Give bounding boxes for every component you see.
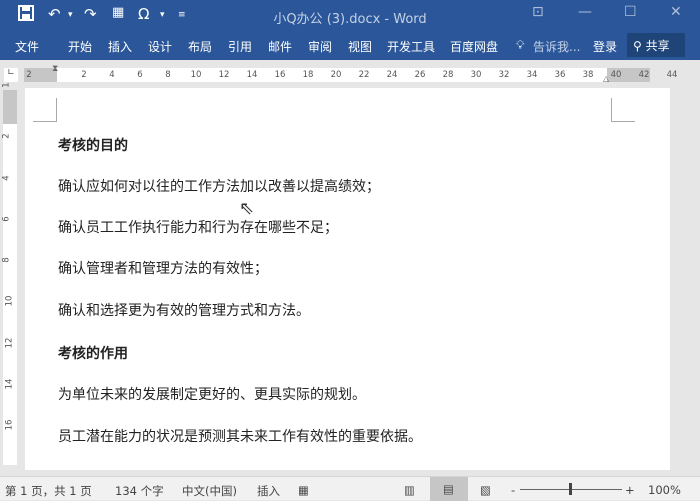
vertical-ruler-tick: 14 [4, 378, 15, 390]
print-layout-button[interactable]: ▤ [430, 477, 468, 501]
ruler-tick: 6 [137, 70, 143, 80]
ruler-tick: 22 [358, 70, 370, 80]
ruler-tick: 2 [81, 70, 87, 80]
share-button[interactable]: ⚲ 共享 [627, 33, 685, 57]
ruler-tick: 34 [526, 70, 538, 80]
maximize-icon[interactable]: ☐ [624, 4, 637, 20]
ribbon-tabs: 文件 开始 插入 设计 布局 引用 邮件 审阅 视图 开发工具 百度网盘 💡︎ … [0, 30, 700, 60]
tab-mailings[interactable]: 邮件 [268, 38, 292, 55]
ruler-tick: 24 [386, 70, 398, 80]
minimize-icon[interactable]: — [578, 4, 592, 20]
language-indicator[interactable]: 中文(中国) [182, 483, 237, 499]
ruler-tick: 4 [109, 70, 115, 80]
share-label: 共享 [645, 39, 670, 53]
ruler-tick: 8 [165, 70, 171, 80]
paragraph[interactable]: 确认管理者和管理方法的有效性； [58, 258, 268, 278]
ribbon-display-options-icon[interactable]: ⊡ [532, 4, 544, 20]
vertical-ruler-tick: 1 [1, 82, 12, 88]
zoom-level[interactable]: 100% [648, 483, 681, 497]
status-bar: 第 1 页，共 1 页 134 个字 中文(中国) 插入 ▦ ▥ ▤ ▧ - +… [0, 476, 700, 501]
sign-in-link[interactable]: 登录 [593, 38, 617, 55]
vertical-ruler-tick: 8 [1, 257, 12, 263]
read-mode-icon[interactable]: ▥ [404, 483, 415, 497]
paragraph[interactable]: 确认应如何对以往的工作方法加以改善以提高绩效； [58, 176, 380, 196]
ruler-tick: 12 [218, 70, 230, 80]
tab-layout[interactable]: 布局 [188, 38, 212, 55]
vertical-ruler[interactable]: 1 2 4 6 8 10 12 14 16 [1, 82, 17, 465]
tab-design[interactable]: 设计 [148, 38, 172, 55]
heading[interactable]: 考核的目的 [58, 135, 128, 155]
right-indent-marker[interactable]: △ [603, 74, 609, 83]
tab-references[interactable]: 引用 [228, 38, 252, 55]
vertical-ruler-tick: 16 [4, 419, 15, 431]
insert-mode[interactable]: 插入 [257, 483, 280, 499]
ruler-tick: 2 [26, 70, 32, 80]
ruler-tick: 26 [414, 70, 426, 80]
ruler-tick: 14 [246, 70, 258, 80]
mouse-cursor-icon: ⇖ [239, 198, 255, 219]
macro-record-icon[interactable]: ▦ [298, 483, 309, 497]
vertical-ruler-tick: 12 [4, 337, 15, 349]
title-bar: ↶ ▾ ↷ ▦ Ω ▾ ≡ 小Q办公 (3).docx - Word ⊡ — ☐… [0, 0, 700, 30]
zoom-in-button[interactable]: + [625, 483, 635, 497]
ruler-tick: 16 [274, 70, 286, 80]
ruler-tick: 36 [554, 70, 566, 80]
tab-baidu-netdisk[interactable]: 百度网盘 [450, 38, 498, 55]
close-icon[interactable]: ✕ [670, 4, 682, 20]
tab-insert[interactable]: 插入 [108, 38, 132, 55]
heading[interactable]: 考核的作用 [58, 343, 128, 363]
window-title: 小Q办公 (3).docx - Word [273, 12, 427, 27]
ruler-tick: 40 [610, 70, 622, 80]
web-layout-icon[interactable]: ▧ [480, 483, 491, 497]
ruler-tick: 20 [330, 70, 342, 80]
tab-home[interactable]: 开始 [68, 38, 92, 55]
tab-view[interactable]: 视图 [348, 38, 372, 55]
document-page[interactable]: 考核的目的确认应如何对以往的工作方法加以改善以提高绩效； 确认员工工作执行能力和行… [25, 88, 670, 470]
paragraph[interactable]: 确认员工工作执行能力和行为存在哪些不足； [58, 217, 338, 237]
ruler-tick: 38 [582, 70, 594, 80]
ruler-tick: 44 [666, 70, 678, 80]
tab-developer[interactable]: 开发工具 [387, 38, 435, 55]
vertical-ruler-tick: 10 [4, 295, 15, 307]
print-layout-icon: ▤ [443, 482, 454, 496]
zoom-out-button[interactable]: - [511, 483, 515, 497]
tab-selector[interactable]: ∟ [4, 68, 18, 82]
paragraph[interactable]: 确认和选择更为有效的管理方式和方法。 [58, 300, 310, 320]
page-count[interactable]: 第 1 页，共 1 页 [5, 483, 92, 499]
person-add-icon: ⚲ [633, 39, 642, 53]
ruler-tick: 10 [190, 70, 202, 80]
tab-review[interactable]: 审阅 [308, 38, 332, 55]
paragraph[interactable]: 员工潜在能力的状况是预测其未来工作有效性的重要依据。 [58, 426, 422, 446]
ruler-tick: 42 [638, 70, 650, 80]
word-count[interactable]: 134 个字 [115, 483, 164, 499]
vertical-ruler-tick: 4 [1, 175, 12, 181]
vertical-ruler-tick: 6 [1, 216, 12, 222]
ruler-tick: 32 [498, 70, 510, 80]
horizontal-ruler[interactable]: ∟ ⧗ △ 2 2 4 6 8 10 12 14 16 18 20 22 24 26 28 30 32 34 36 3… [0, 64, 700, 86]
zoom-slider-thumb[interactable] [569, 483, 572, 495]
paragraph[interactable]: 为单位未来的发展制定更好的、更具实际的规划。 [58, 384, 366, 404]
ruler-tick: 30 [470, 70, 482, 80]
lightbulb-icon: 💡︎ [516, 38, 525, 52]
vertical-ruler-tick: 2 [1, 133, 12, 139]
indent-marker[interactable]: ⧗ [52, 64, 58, 74]
tab-file[interactable]: 文件 [15, 38, 39, 55]
ruler-tick: 28 [442, 70, 454, 80]
tell-me-box[interactable]: 告诉我... [533, 38, 580, 55]
ruler-tick: 18 [302, 70, 314, 80]
